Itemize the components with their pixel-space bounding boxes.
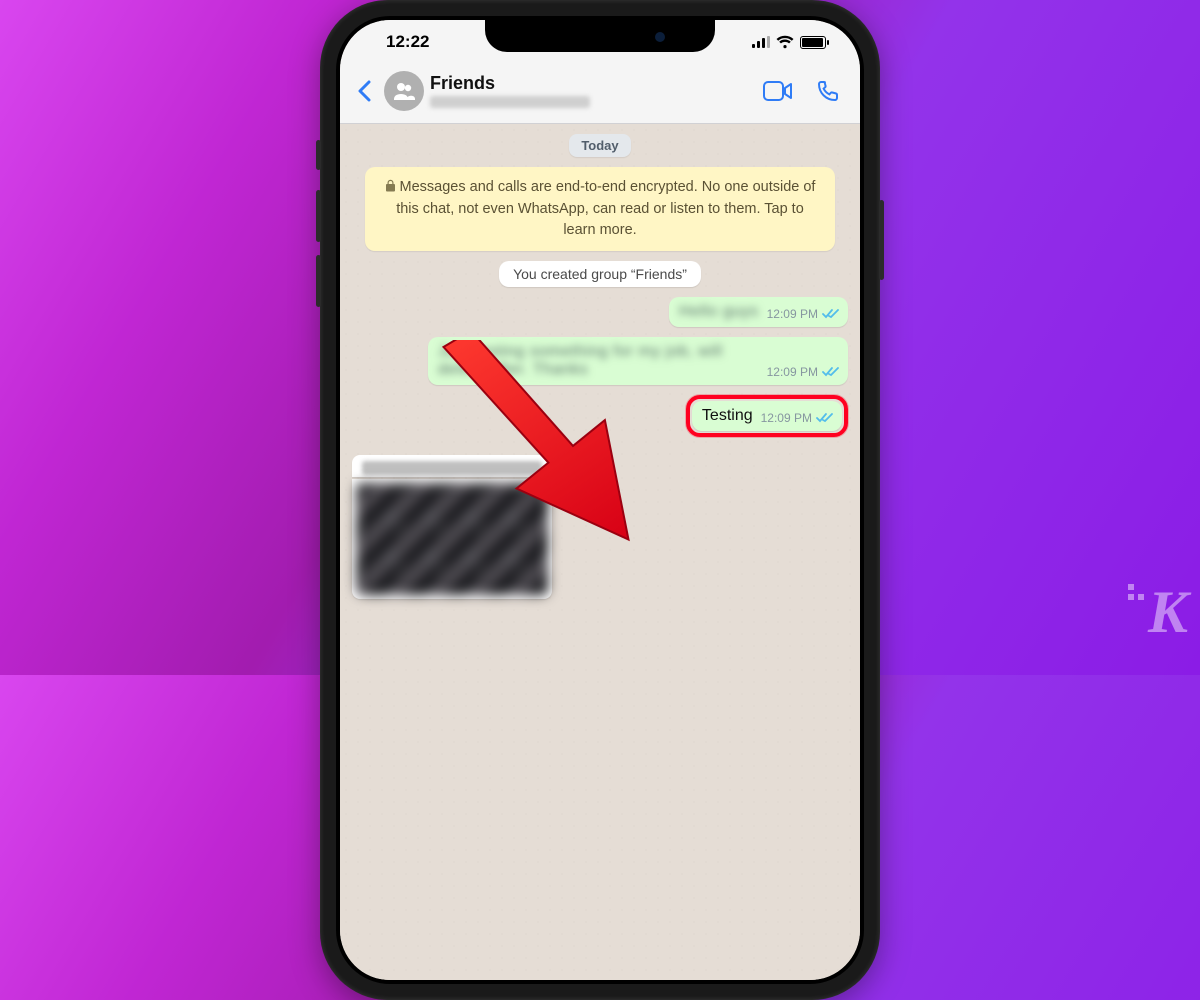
date-separator: Today bbox=[569, 134, 630, 157]
wifi-icon bbox=[776, 35, 794, 49]
outgoing-message[interactable]: Hello guys 12:09 PM bbox=[669, 297, 848, 327]
message-time: 12:09 PM bbox=[767, 365, 818, 379]
read-receipt-icon bbox=[822, 366, 840, 378]
battery-icon bbox=[800, 36, 826, 49]
message-time: 12:09 PM bbox=[761, 411, 812, 425]
chat-title: Friends bbox=[430, 73, 750, 94]
watermark: K bbox=[1148, 578, 1186, 647]
voice-call-button[interactable] bbox=[806, 71, 850, 111]
incoming-message-redacted[interactable] bbox=[352, 455, 552, 599]
status-time: 12:22 bbox=[386, 32, 429, 52]
group-avatar[interactable] bbox=[384, 71, 424, 111]
message-time: 12:09 PM bbox=[767, 307, 818, 321]
lock-icon bbox=[385, 178, 396, 199]
read-receipt-icon bbox=[822, 308, 840, 320]
outgoing-message[interactable]: Testing 12:09 PM bbox=[692, 401, 842, 431]
message-row: Hello guys 12:09 PM bbox=[352, 297, 848, 327]
volume-down-button bbox=[316, 255, 321, 307]
chat-subtitle-redacted bbox=[430, 96, 590, 108]
chat-header: Friends bbox=[340, 64, 860, 124]
phone-frame: 12:22 bbox=[320, 0, 880, 1000]
image-attachment-redacted bbox=[352, 479, 552, 599]
sender-name-redacted bbox=[352, 455, 552, 477]
message-row: Just testing something for my job, will … bbox=[352, 337, 848, 385]
encryption-text: Messages and calls are end-to-end encryp… bbox=[396, 179, 815, 238]
message-text-redacted: Hello guys bbox=[679, 303, 759, 321]
notch bbox=[485, 20, 715, 52]
status-icons bbox=[752, 35, 826, 49]
cellular-signal-icon bbox=[752, 36, 770, 48]
system-message: You created group “Friends” bbox=[499, 261, 701, 287]
highlight-callout: Testing 12:09 PM bbox=[686, 395, 848, 437]
volume-up-button bbox=[316, 190, 321, 242]
read-receipt-icon bbox=[816, 412, 834, 424]
message-text-redacted: Just testing something for my job, will … bbox=[438, 343, 759, 379]
chat-messages[interactable]: Today Messages and calls are end-to-end … bbox=[340, 124, 860, 980]
chat-title-area[interactable]: Friends bbox=[430, 73, 750, 108]
mute-switch bbox=[316, 140, 321, 170]
message-text: Testing bbox=[702, 407, 753, 425]
video-call-button[interactable] bbox=[756, 71, 800, 111]
back-button[interactable] bbox=[350, 73, 378, 109]
power-button bbox=[879, 200, 884, 280]
message-row: Testing 12:09 PM bbox=[352, 395, 848, 437]
phone-screen: 12:22 bbox=[340, 20, 860, 980]
encryption-notice[interactable]: Messages and calls are end-to-end encryp… bbox=[365, 167, 835, 251]
outgoing-message[interactable]: Just testing something for my job, will … bbox=[428, 337, 848, 385]
